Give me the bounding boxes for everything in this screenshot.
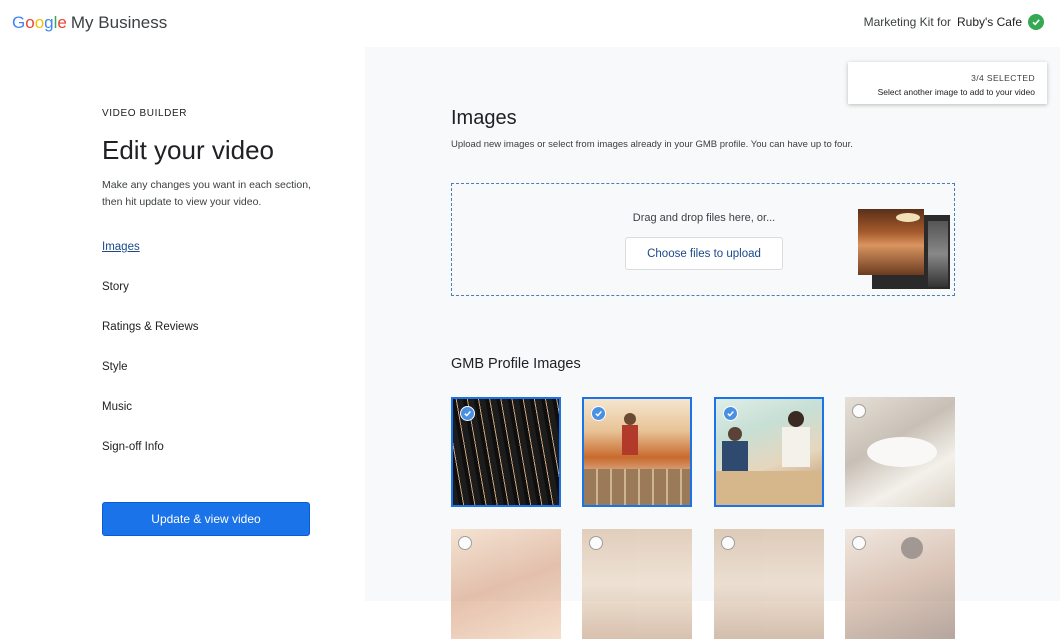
update-view-video-button[interactable]: Update & view video xyxy=(102,502,310,536)
checkmark-icon[interactable] xyxy=(723,406,738,421)
page-title: Edit your video xyxy=(102,135,274,165)
marketing-kit-label: Marketing Kit for Ruby's Cafe xyxy=(864,14,1044,30)
nav-item-story[interactable]: Story xyxy=(102,281,199,321)
gallery-image-6[interactable] xyxy=(582,529,692,639)
section-eyebrow: VIDEO BUILDER xyxy=(102,108,188,119)
images-section-title: Images xyxy=(451,107,517,129)
checkmark-icon[interactable] xyxy=(460,406,475,421)
business-name: Ruby's Cafe xyxy=(957,15,1022,29)
gallery-image-4[interactable] xyxy=(845,397,955,507)
product-name: My Business xyxy=(70,13,168,32)
google-wordmark: Google xyxy=(12,13,67,32)
gallery-image-7[interactable] xyxy=(714,529,824,639)
checkmark-icon[interactable] xyxy=(591,406,606,421)
choose-files-button[interactable]: Choose files to upload xyxy=(625,237,783,270)
selection-count: 3/4 SELECTED xyxy=(971,73,1035,83)
gallery-image-1[interactable] xyxy=(451,397,561,507)
radio-unchecked-icon[interactable] xyxy=(852,536,866,550)
nav-item-music[interactable]: Music xyxy=(102,401,199,441)
gmb-profile-images-title: GMB Profile Images xyxy=(451,356,581,372)
upload-illustration-image xyxy=(858,209,950,289)
selection-message: Select another image to add to your vide… xyxy=(877,87,1035,97)
page-description: Make any changes you want in each sectio… xyxy=(102,179,311,208)
images-panel: 3/4 SELECTED Select another image to add… xyxy=(365,47,1060,639)
radio-unchecked-icon[interactable] xyxy=(589,536,603,550)
editor-sidebar: VIDEO BUILDER Edit your video Make any c… xyxy=(0,47,365,601)
radio-unchecked-icon[interactable] xyxy=(458,536,472,550)
nav-item-style[interactable]: Style xyxy=(102,361,199,401)
radio-unchecked-icon[interactable] xyxy=(852,404,866,418)
nav-item-ratings-reviews[interactable]: Ratings & Reviews xyxy=(102,321,199,361)
gallery-image-3[interactable] xyxy=(714,397,824,507)
gallery-image-2[interactable] xyxy=(582,397,692,507)
gallery-image-8[interactable] xyxy=(845,529,955,639)
nav-item-images[interactable]: Images xyxy=(102,241,199,281)
nav-item-sign-off-info[interactable]: Sign-off Info xyxy=(102,441,199,481)
gallery-image-5[interactable] xyxy=(451,529,561,639)
selection-toast: 3/4 SELECTED Select another image to add… xyxy=(848,62,1047,104)
app-header: Google My Business Marketing Kit for Ruby… xyxy=(0,0,1060,47)
google-my-business-logo[interactable]: Google My Business xyxy=(12,13,167,33)
section-nav: Images Story Ratings & Reviews Style Mus… xyxy=(102,241,199,481)
verified-check-icon xyxy=(1028,14,1044,30)
images-section-subtitle: Upload new images or select from images … xyxy=(451,139,853,150)
radio-unchecked-icon[interactable] xyxy=(721,536,735,550)
upload-dropzone[interactable]: Drag and drop files here, or... Choose f… xyxy=(451,183,955,296)
kit-prefix: Marketing Kit for xyxy=(863,15,951,29)
